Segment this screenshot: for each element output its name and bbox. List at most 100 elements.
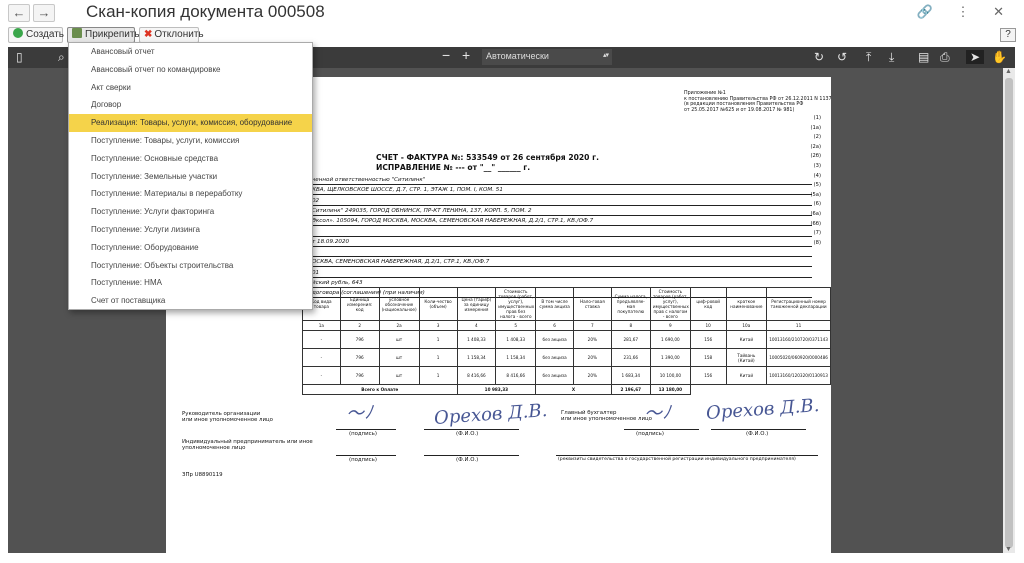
table-cell: - <box>302 348 341 367</box>
scrollbar-thumb[interactable] <box>1005 78 1013 548</box>
table-cell: 231,66 <box>610 348 651 367</box>
table-cell: без акциза <box>535 366 574 385</box>
last-page-icon[interactable]: ⤓ <box>889 50 894 64</box>
requisite-line: т 18.09.2020 <box>312 238 350 245</box>
table-cell: 10005020/060920/0000486 <box>766 348 831 367</box>
menu-item[interactable]: Счет от поставщика <box>69 292 312 310</box>
table-cell: 1 <box>418 366 458 385</box>
table-cell: Китай <box>725 366 768 385</box>
table-cell: циф-ровой код <box>689 287 727 321</box>
zoom-select[interactable]: Автоматически <box>482 48 612 65</box>
line-number: (1) <box>813 115 821 121</box>
table-cell: 2а <box>378 320 420 331</box>
scroll-up-icon[interactable]: ▲ <box>1005 68 1012 75</box>
line-number: (2а) <box>810 143 821 150</box>
menu-item[interactable]: Поступление: НМА <box>69 274 312 292</box>
menu-item[interactable]: Поступление: Товары, услуги, комиссия <box>69 132 312 150</box>
table-cell: Коли-чество (объем) <box>418 287 458 321</box>
invoice-title: СЧЕТ - ФАКТУРА №: 533549 от 26 сентября … <box>376 153 599 162</box>
menu-item[interactable]: Акт сверки <box>69 79 312 97</box>
signature-text-2: Орехов Д.В. <box>705 395 821 424</box>
table-cell: Стоимость товаров (работ, услуг), имущес… <box>495 287 537 321</box>
table-cell: 7 <box>573 320 612 331</box>
table-cell: 8 416,66 <box>456 366 497 385</box>
requisite-line: 01 <box>312 269 320 276</box>
reject-button[interactable]: ✖ Отклонить <box>139 27 204 43</box>
zoom-out-button[interactable]: − <box>442 48 450 62</box>
total-cell: Всего к Оплате <box>302 384 458 395</box>
table-row: -796 шт 1 8 416,66 8 416,66 без акциза 20% 1 68… <box>302 366 831 385</box>
table-cell: шт <box>378 330 420 349</box>
table-cell: 20% <box>573 348 612 367</box>
table-cell: 156 <box>689 366 727 385</box>
table-cell: 1 690,00 <box>649 330 691 349</box>
menu-item[interactable]: Поступление: Материалы в переработку <box>69 185 312 203</box>
table-cell: 1 408,33 <box>456 330 497 349</box>
menu-item[interactable]: Договор <box>69 96 312 114</box>
table-cell: без акциза <box>535 348 574 367</box>
fio-caption-2: (Ф.И.О.) <box>746 431 769 437</box>
table-cell: Китай <box>725 330 768 349</box>
attach-button[interactable]: Прикрепить ▾ <box>67 27 146 43</box>
total-cell: 13 180,00 <box>649 384 691 395</box>
zoom-value: Автоматически <box>486 51 549 61</box>
correction-title: ИСПРАВЛЕНИЕ № --- от "__" ______ г. <box>376 163 531 172</box>
total-cell: 2 196,67 <box>610 384 651 395</box>
table-cell: 2 <box>339 320 380 331</box>
rotate-cw-icon[interactable]: ↻ <box>814 50 824 64</box>
line-number: (7) <box>813 230 821 237</box>
table-cell: 3 <box>418 320 458 331</box>
zoom-in-button[interactable]: + <box>462 48 470 62</box>
table-cell: 8 416,66 <box>495 366 537 385</box>
requisite-line: йский рубль, 643 <box>312 280 363 286</box>
menu-item[interactable]: Поступление: Основные средства <box>69 150 312 168</box>
requisite-line: Эксол». 105094, ГОРОД МОСКВА, МОСКВА, СЕ… <box>312 218 594 225</box>
requisite-line: 02 <box>312 197 320 204</box>
vertical-scrollbar[interactable]: ▲ ▼ <box>1003 68 1015 553</box>
table-cell: Стоимость товаров (работ, услуг), имущес… <box>649 287 691 321</box>
print-icon[interactable]: ⎙ <box>940 50 950 64</box>
fio-caption: (Ф.И.О.) <box>456 431 479 437</box>
select-tool-icon[interactable]: ➤ <box>966 50 985 64</box>
menu-item[interactable]: Авансовый отчет <box>69 43 312 61</box>
hand-tool-icon[interactable]: ✋ <box>992 50 1007 64</box>
signature-image-2: 〜ﾉ <box>643 402 672 425</box>
window-controls-icon[interactable]: 🔗 ⋮ ✕ <box>917 4 1014 20</box>
table-cell: 1 <box>418 348 458 367</box>
table-cell: Тайвань (Китай) <box>725 348 768 367</box>
menu-item[interactable]: Поступление: Услуги факторинга <box>69 203 312 221</box>
attach-icon <box>72 28 82 38</box>
menu-item[interactable]: Авансовый отчет по командировке <box>69 61 312 79</box>
table-cell: 1 683,34 <box>610 366 651 385</box>
table-cell: 1а <box>302 320 341 331</box>
scroll-down-icon[interactable]: ▼ <box>1005 546 1012 553</box>
table-cell: 9 <box>649 320 691 331</box>
table-cell: В том числе сумма акциза <box>535 287 574 321</box>
menu-item[interactable]: Поступление: Объекты строительства <box>69 257 312 275</box>
attach-dropdown-menu: Авансовый отчет Авансовый отчет по команд… <box>68 42 313 310</box>
sign-caption-2: (подпись) <box>636 431 664 437</box>
back-button[interactable]: ← <box>8 4 30 22</box>
search-icon[interactable]: ⌕ <box>58 50 65 64</box>
table-cell: 10 100,00 <box>649 366 691 385</box>
table-cell: 10013160/120320/0130913 <box>766 366 831 385</box>
appendix-text: Приложение №1 к постановлению Правительс… <box>684 91 831 113</box>
create-button[interactable]: Создать <box>8 27 64 43</box>
menu-item[interactable]: Поступление: Услуги лизинга <box>69 221 312 239</box>
table-cell: 4 <box>456 320 497 331</box>
help-button[interactable]: ? <box>1000 28 1016 42</box>
forward-button[interactable]: → <box>33 4 55 22</box>
menu-item[interactable]: Реализация: Товары, услуги, комиссия, об… <box>69 114 312 132</box>
sidebar-toggle-icon[interactable]: ▯ <box>16 50 23 64</box>
sign-caption-3: (подпись) <box>349 457 377 463</box>
menu-item[interactable]: Поступление: Оборудование <box>69 239 312 257</box>
table-cell: шт <box>378 366 420 385</box>
table-cell: 5 <box>495 320 537 331</box>
download-icon[interactable]: ▤ <box>918 50 929 64</box>
first-page-icon[interactable]: ⤒ <box>866 50 871 64</box>
table-cell: 158 <box>689 348 727 367</box>
requisite-line: ченной ответственностью "Ситилинк" <box>312 177 426 183</box>
menu-item[interactable]: Поступление: Земельные участки <box>69 168 312 186</box>
line-number: (5) <box>813 182 821 189</box>
rotate-ccw-icon[interactable]: ↺ <box>837 50 847 64</box>
